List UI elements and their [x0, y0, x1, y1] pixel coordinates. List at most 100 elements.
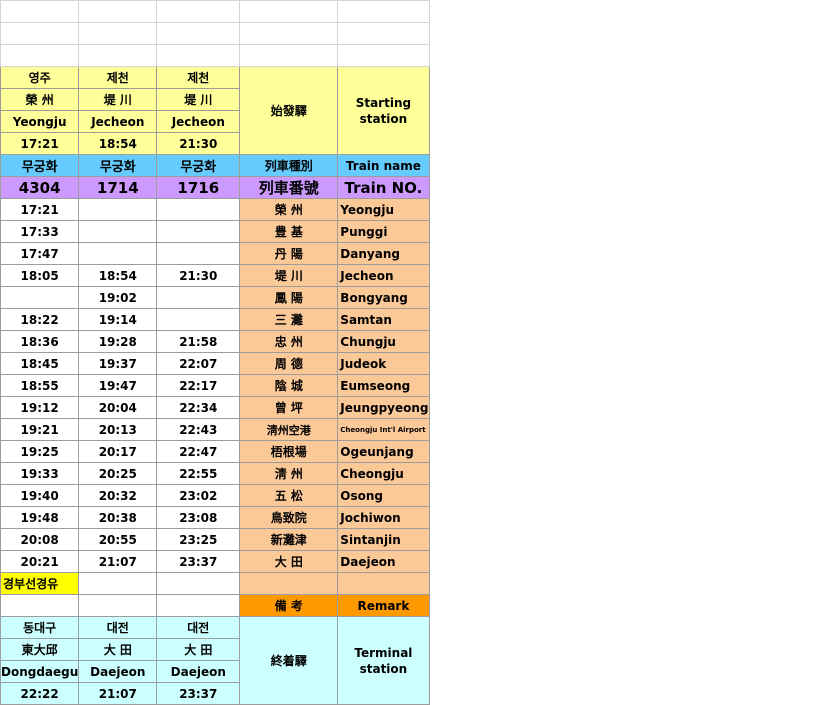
station-en-cell[interactable]: Yeongju: [337, 198, 430, 221]
time-cell-train-3[interactable]: 22:34: [156, 396, 241, 419]
time-cell-train-3[interactable]: 22:17: [156, 374, 241, 397]
empty-cell[interactable]: [0, 0, 80, 23]
time-cell-train-3[interactable]: 22:07: [156, 352, 241, 375]
empty-cell[interactable]: [0, 44, 80, 67]
time-cell-train-3[interactable]: [156, 242, 241, 265]
terminal-korean-cell[interactable]: 대전: [78, 616, 158, 639]
time-cell-train-3[interactable]: 21:30: [156, 264, 241, 287]
station-hanja-cell[interactable]: 丹 陽: [239, 242, 339, 265]
time-cell-train-1[interactable]: [0, 286, 80, 309]
terminal-hanja-cell[interactable]: 大 田: [156, 638, 241, 661]
empty-cell[interactable]: [78, 0, 158, 23]
time-cell-train-2[interactable]: [78, 242, 158, 265]
time-cell-train-1[interactable]: 19:25: [0, 440, 80, 463]
time-cell-train-1[interactable]: 17:47: [0, 242, 80, 265]
terminal-time-cell[interactable]: 23:37: [156, 682, 241, 705]
station-en-cell[interactable]: Eumseong: [337, 374, 430, 397]
train-no-label-hanja[interactable]: 列車番號: [239, 176, 339, 199]
time-cell-train-2[interactable]: 18:54: [78, 264, 158, 287]
start-korean-cell[interactable]: 제천: [156, 66, 241, 89]
terminal-roman-cell[interactable]: Dongdaegu: [0, 660, 80, 683]
empty-cell[interactable]: [78, 572, 158, 595]
time-cell-train-1[interactable]: 19:40: [0, 484, 80, 507]
time-cell-train-2[interactable]: 21:07: [78, 550, 158, 573]
station-en-cell[interactable]: Punggi: [337, 220, 430, 243]
time-cell-train-1[interactable]: 19:12: [0, 396, 80, 419]
empty-cell[interactable]: [78, 22, 158, 45]
empty-cell[interactable]: [0, 594, 80, 617]
time-cell-train-2[interactable]: 19:14: [78, 308, 158, 331]
station-hanja-cell[interactable]: 豊 基: [239, 220, 339, 243]
station-en-cell[interactable]: Danyang: [337, 242, 430, 265]
station-hanja-cell[interactable]: 榮 州: [239, 198, 339, 221]
empty-cell[interactable]: [337, 0, 430, 23]
time-cell-train-3[interactable]: 22:47: [156, 440, 241, 463]
station-en-cell[interactable]: Jeungpyeong: [337, 396, 430, 419]
train-name-label-en[interactable]: Train name: [337, 154, 430, 177]
empty-cell[interactable]: [337, 572, 430, 595]
time-cell-train-1[interactable]: 19:48: [0, 506, 80, 529]
time-cell-train-2[interactable]: 19:47: [78, 374, 158, 397]
time-cell-train-2[interactable]: 20:04: [78, 396, 158, 419]
station-hanja-cell[interactable]: 曾 坪: [239, 396, 339, 419]
station-hanja-cell[interactable]: 五 松: [239, 484, 339, 507]
station-en-cell[interactable]: Jecheon: [337, 264, 430, 287]
empty-cell[interactable]: [78, 44, 158, 67]
station-hanja-cell[interactable]: 淸州空港: [239, 418, 339, 441]
station-en-cell[interactable]: Samtan: [337, 308, 430, 331]
empty-cell[interactable]: [156, 572, 241, 595]
time-cell-train-2[interactable]: 19:37: [78, 352, 158, 375]
station-hanja-cell[interactable]: 鳳 陽: [239, 286, 339, 309]
time-cell-train-3[interactable]: [156, 286, 241, 309]
time-cell-train-1[interactable]: 18:45: [0, 352, 80, 375]
terminal-time-cell[interactable]: 21:07: [78, 682, 158, 705]
start-label-en[interactable]: Starting station: [337, 66, 430, 155]
start-korean-cell[interactable]: 영주: [0, 66, 80, 89]
terminal-roman-cell[interactable]: Daejeon: [78, 660, 158, 683]
time-cell-train-3[interactable]: 21:58: [156, 330, 241, 353]
start-roman-cell[interactable]: Yeongju: [0, 110, 80, 133]
time-cell-train-2[interactable]: 20:17: [78, 440, 158, 463]
station-hanja-cell[interactable]: 三 灘: [239, 308, 339, 331]
train-no-cell[interactable]: 1714: [78, 176, 158, 199]
station-hanja-cell[interactable]: 陰 城: [239, 374, 339, 397]
start-roman-cell[interactable]: Jecheon: [78, 110, 158, 133]
empty-cell[interactable]: [156, 0, 241, 23]
terminal-time-cell[interactable]: 22:22: [0, 682, 80, 705]
empty-cell[interactable]: [239, 44, 339, 67]
time-cell-train-3[interactable]: 22:55: [156, 462, 241, 485]
time-cell-train-2[interactable]: 20:13: [78, 418, 158, 441]
remark-label-hanja[interactable]: 備 考: [239, 594, 339, 617]
train-name-cell[interactable]: 무궁화: [156, 154, 241, 177]
station-en-cell[interactable]: Chungju: [337, 330, 430, 353]
station-en-cell[interactable]: Sintanjin: [337, 528, 430, 551]
start-roman-cell[interactable]: Jecheon: [156, 110, 241, 133]
time-cell-train-3[interactable]: [156, 308, 241, 331]
start-time-cell[interactable]: 21:30: [156, 132, 241, 155]
empty-cell[interactable]: [239, 572, 339, 595]
station-en-cell[interactable]: Ogeunjang: [337, 440, 430, 463]
start-hanja-cell[interactable]: 堤 川: [78, 88, 158, 111]
station-hanja-cell[interactable]: 淸 州: [239, 462, 339, 485]
terminal-hanja-cell[interactable]: 東大邱: [0, 638, 80, 661]
station-hanja-cell[interactable]: 新灘津: [239, 528, 339, 551]
empty-cell[interactable]: [156, 594, 241, 617]
time-cell-train-2[interactable]: 19:28: [78, 330, 158, 353]
station-en-cell[interactable]: Judeok: [337, 352, 430, 375]
station-en-cell[interactable]: Cheongju: [337, 462, 430, 485]
time-cell-train-2[interactable]: 20:25: [78, 462, 158, 485]
time-cell-train-2[interactable]: 19:02: [78, 286, 158, 309]
station-en-cell[interactable]: Osong: [337, 484, 430, 507]
time-cell-train-1[interactable]: 20:08: [0, 528, 80, 551]
time-cell-train-2[interactable]: 20:38: [78, 506, 158, 529]
start-time-cell[interactable]: 17:21: [0, 132, 80, 155]
terminal-label-hanja[interactable]: 終着驛: [239, 616, 339, 705]
empty-cell[interactable]: [78, 594, 158, 617]
time-cell-train-1[interactable]: 18:05: [0, 264, 80, 287]
station-hanja-cell[interactable]: 梧根場: [239, 440, 339, 463]
station-en-cell[interactable]: Daejeon: [337, 550, 430, 573]
station-hanja-cell[interactable]: 鳥致院: [239, 506, 339, 529]
start-label-hanja[interactable]: 始發驛: [239, 66, 339, 155]
train-no-cell[interactable]: 4304: [0, 176, 80, 199]
time-cell-train-1[interactable]: 18:36: [0, 330, 80, 353]
